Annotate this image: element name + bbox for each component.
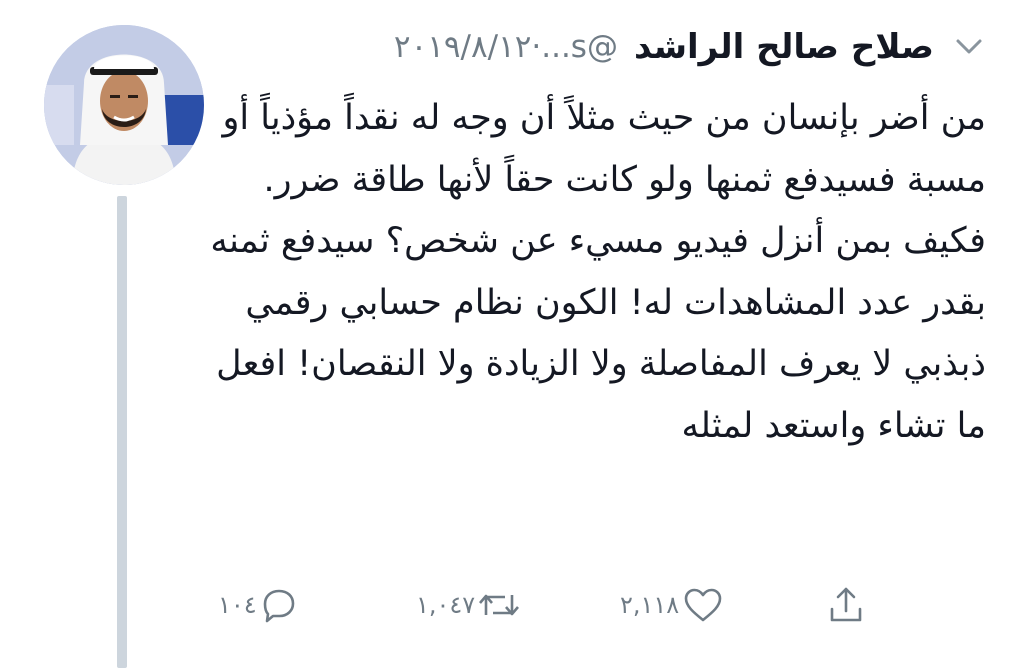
tweet-text: من أضر بإنسان من حيث مثلاً أن وجه له نقد…: [210, 98, 986, 446]
share-icon: [826, 583, 866, 627]
like-count: ٢,١١٨: [620, 591, 680, 619]
retweet-icon: [477, 585, 521, 625]
reply-count: ١٠٤: [218, 591, 257, 619]
author-display-name[interactable]: صلاح صالح الراشد: [634, 27, 934, 67]
retweet-button[interactable]: ١,٠٤٧: [416, 580, 521, 630]
avatar-photo: [44, 25, 204, 185]
timestamp[interactable]: ٢٠١٩/٨/١٢: [394, 29, 531, 65]
tweet[interactable]: صلاح صالح الراشد @s... · ٢٠١٩/٨/١٢ من أض…: [0, 0, 1024, 668]
timestamp-separator: ·: [531, 29, 542, 65]
tweet-actions: ١٠٤ ١,٠٤٧ ٢,١١٨: [0, 580, 1024, 630]
reply-icon: [259, 585, 299, 625]
share-button[interactable]: [826, 580, 866, 630]
author-handle[interactable]: @s...: [541, 29, 618, 65]
chevron-down-icon[interactable]: [952, 34, 986, 60]
heart-icon: [681, 585, 725, 625]
tweet-header: صلاح صالح الراشد @s... · ٢٠١٩/٨/١٢: [394, 22, 934, 72]
avatar[interactable]: [44, 25, 204, 185]
reply-button[interactable]: ١٠٤: [218, 580, 299, 630]
like-button[interactable]: ٢,١١٨: [620, 580, 725, 630]
retweet-count: ١,٠٤٧: [416, 591, 476, 619]
